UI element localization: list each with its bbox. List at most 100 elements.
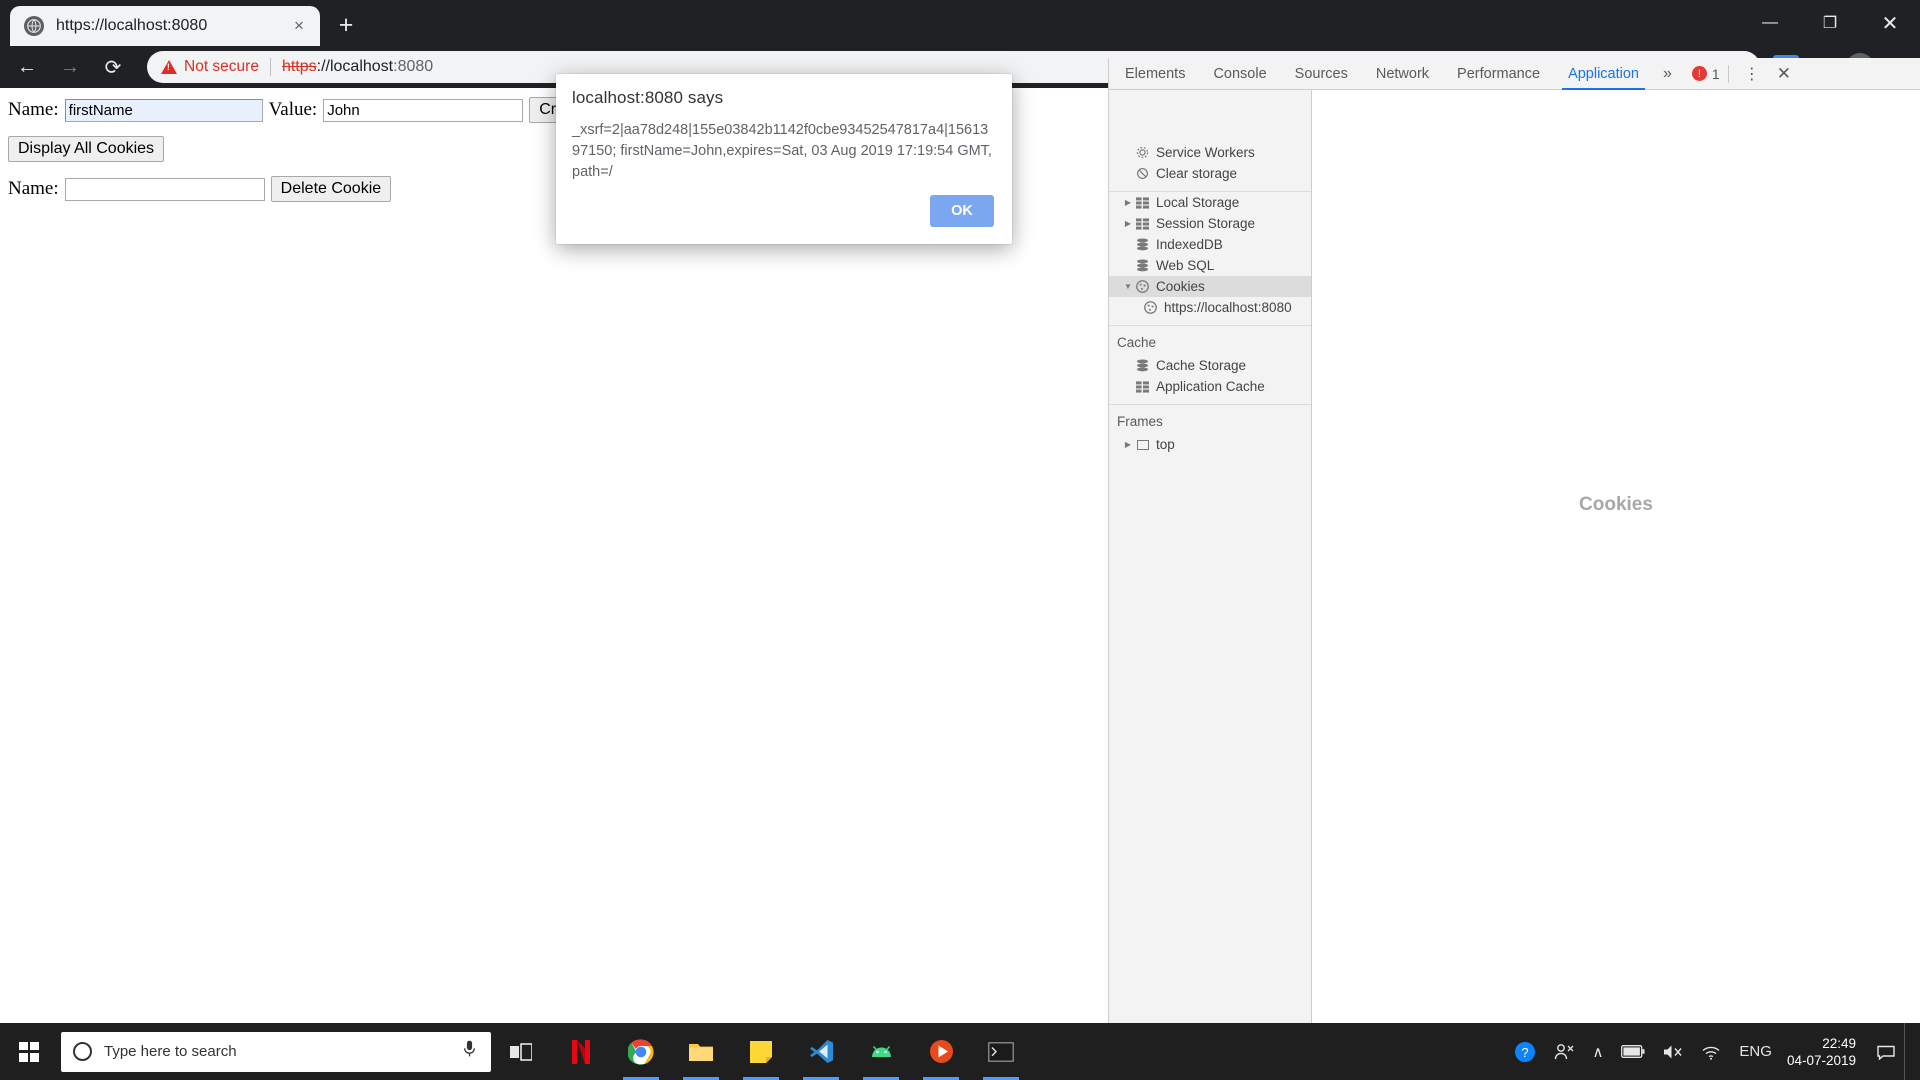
network-icon[interactable] [1692,1023,1730,1080]
tab-sources[interactable]: Sources [1281,58,1362,90]
tab-performance[interactable]: Performance [1443,58,1554,90]
chrome-browser-window: https://localhost:8080 × + — ❐ ✕ ← → ⟳ N… [0,0,1920,1080]
tab-console[interactable]: Console [1199,58,1280,90]
sidebar-item-clear-storage[interactable]: ▶ Clear storage [1109,163,1311,184]
delete-cookie-button[interactable]: Delete Cookie [270,176,392,202]
sidebar-label: Session Storage [1156,216,1256,231]
display-all-cookies-button[interactable]: Display All Cookies [8,136,165,162]
maximize-button[interactable]: ❐ [1800,0,1860,46]
new-tab-button[interactable]: + [328,7,364,43]
clear-icon [1135,167,1150,180]
back-button[interactable]: ← [10,50,44,84]
start-button[interactable] [0,1023,58,1080]
sidebar-item-application-cache[interactable]: ▶ Application Cache [1109,376,1311,397]
taskbar-search-box[interactable]: Type here to search [61,1031,491,1072]
sidebar-label: Service Workers [1156,145,1255,160]
content-placeholder-label: Cookies [1579,494,1653,515]
cookie-icon [1143,301,1158,314]
media-player-icon[interactable] [911,1023,971,1080]
cache-section-title: Cache [1117,335,1157,350]
notifications-icon[interactable] [1868,1023,1904,1080]
file-explorer-icon[interactable] [671,1023,731,1080]
tab-application[interactable]: Application [1554,58,1653,90]
terminal-icon[interactable] [971,1023,1031,1080]
tab-network[interactable]: Network [1362,58,1443,90]
cookie-value-input[interactable] [323,98,524,122]
sidebar-item-local-storage[interactable]: ▶ Local Storage [1109,192,1311,213]
forward-button[interactable]: → [53,50,87,84]
url-text: https://localhost:8080 [282,58,433,76]
gear-icon [1135,146,1150,159]
search-placeholder: Type here to search [104,1043,237,1060]
dialog-message-text: _xsrf=2|aa78d248|155e03842b1142f0cbe9345… [572,122,992,180]
android-studio-icon[interactable] [851,1023,911,1080]
database-icon [1135,238,1150,251]
database-icon [1135,259,1150,272]
browser-tab[interactable]: https://localhost:8080 × [10,6,320,46]
omnibox-divider [269,58,271,76]
more-tabs-icon[interactable]: » [1653,58,1682,90]
chevron-right-icon[interactable]: ▶ [1123,198,1133,207]
vscode-icon[interactable] [791,1023,851,1080]
close-icon[interactable]: × [288,15,310,37]
error-badge[interactable]: ! 1 [1691,65,1720,82]
devtools-menu-icon[interactable]: ⋮ [1737,58,1767,90]
show-desktop-button[interactable] [1904,1023,1914,1080]
tab-list: https://localhost:8080 × + [0,0,364,46]
frame-icon [1135,439,1150,450]
chevron-up-icon[interactable]: ∧ [1583,1023,1612,1080]
database-icon [1135,359,1150,372]
cookie-icon [1135,280,1150,293]
sidebar-item-cache-storage[interactable]: ▶ Cache Storage [1109,355,1311,376]
url-scheme: https [281,58,317,75]
sidebar-label: Application Cache [1156,379,1265,394]
taskbar-clock[interactable]: 22:49 04-07-2019 [1781,1035,1868,1069]
help-icon[interactable]: ? [1505,1023,1545,1080]
sidebar-label: https://localhost:8080 [1164,300,1292,315]
tab-strip: https://localhost:8080 × + — ❐ ✕ [0,0,1920,46]
language-indicator[interactable]: ENG [1730,1023,1781,1080]
sticky-notes-icon[interactable] [731,1023,791,1080]
clock-time: 22:49 [1822,1035,1856,1051]
sidebar-item-frame-top[interactable]: ▶ top [1109,434,1311,455]
battery-icon[interactable] [1612,1023,1654,1080]
netflix-icon[interactable] [551,1023,611,1080]
windows-taskbar: Type here to search ? ∧ ENG 22:49 04-07-… [0,1023,1920,1080]
devtools-close-icon[interactable]: ✕ [1767,58,1801,90]
sidebar-item-session-storage[interactable]: ▶ Session Storage [1109,213,1311,234]
sidebar-item-service-workers[interactable]: ▶ Service Workers [1109,142,1311,163]
devtools-separator [1727,64,1729,83]
tab-elements[interactable]: Elements [1111,58,1199,90]
sidebar-item-indexeddb[interactable]: ▶ IndexedDB [1109,234,1311,255]
dialog-origin-text: localhost:8080 says [572,88,724,107]
devtools-body: ▶ Service Workers ▶ Clear storage [1109,90,1920,1023]
frames-section: Frames ▶ top [1109,405,1311,462]
chrome-icon[interactable] [611,1023,671,1080]
people-icon[interactable] [1545,1023,1583,1080]
system-tray: ? ∧ ENG 22:49 04-07-2019 [1505,1023,1920,1080]
volume-icon[interactable] [1654,1023,1692,1080]
error-icon: ! [1691,66,1707,81]
create-name-label: Name: [8,99,59,120]
close-window-button[interactable]: ✕ [1860,0,1920,46]
cookie-name-input[interactable] [64,98,263,122]
application-sidebar: ▶ Service Workers ▶ Clear storage [1109,90,1312,1023]
sidebar-label: Web SQL [1156,258,1215,273]
dialog-ok-button[interactable]: OK [930,195,994,227]
delete-name-label: Name: [8,178,59,199]
chevron-right-icon[interactable]: ▶ [1123,219,1133,228]
security-status[interactable]: Not secure [161,58,259,76]
microphone-icon[interactable] [459,1040,479,1063]
chevron-down-icon[interactable]: ▼ [1123,282,1133,291]
minimize-button[interactable]: — [1740,0,1800,46]
reload-button[interactable]: ⟳ [96,50,130,84]
sidebar-item-web-sql[interactable]: ▶ Web SQL [1109,255,1311,276]
warning-triangle-icon [161,60,177,74]
sidebar-item-cookie-origin[interactable]: https://localhost:8080 [1109,297,1311,318]
chevron-right-icon[interactable]: ▶ [1123,440,1133,449]
grid-icon [1135,196,1150,209]
sidebar-item-cookies[interactable]: ▼ Cookies [1109,276,1311,297]
error-count: 1 [1711,65,1720,82]
task-view-button[interactable] [491,1023,551,1080]
delete-cookie-name-input[interactable] [64,177,265,201]
